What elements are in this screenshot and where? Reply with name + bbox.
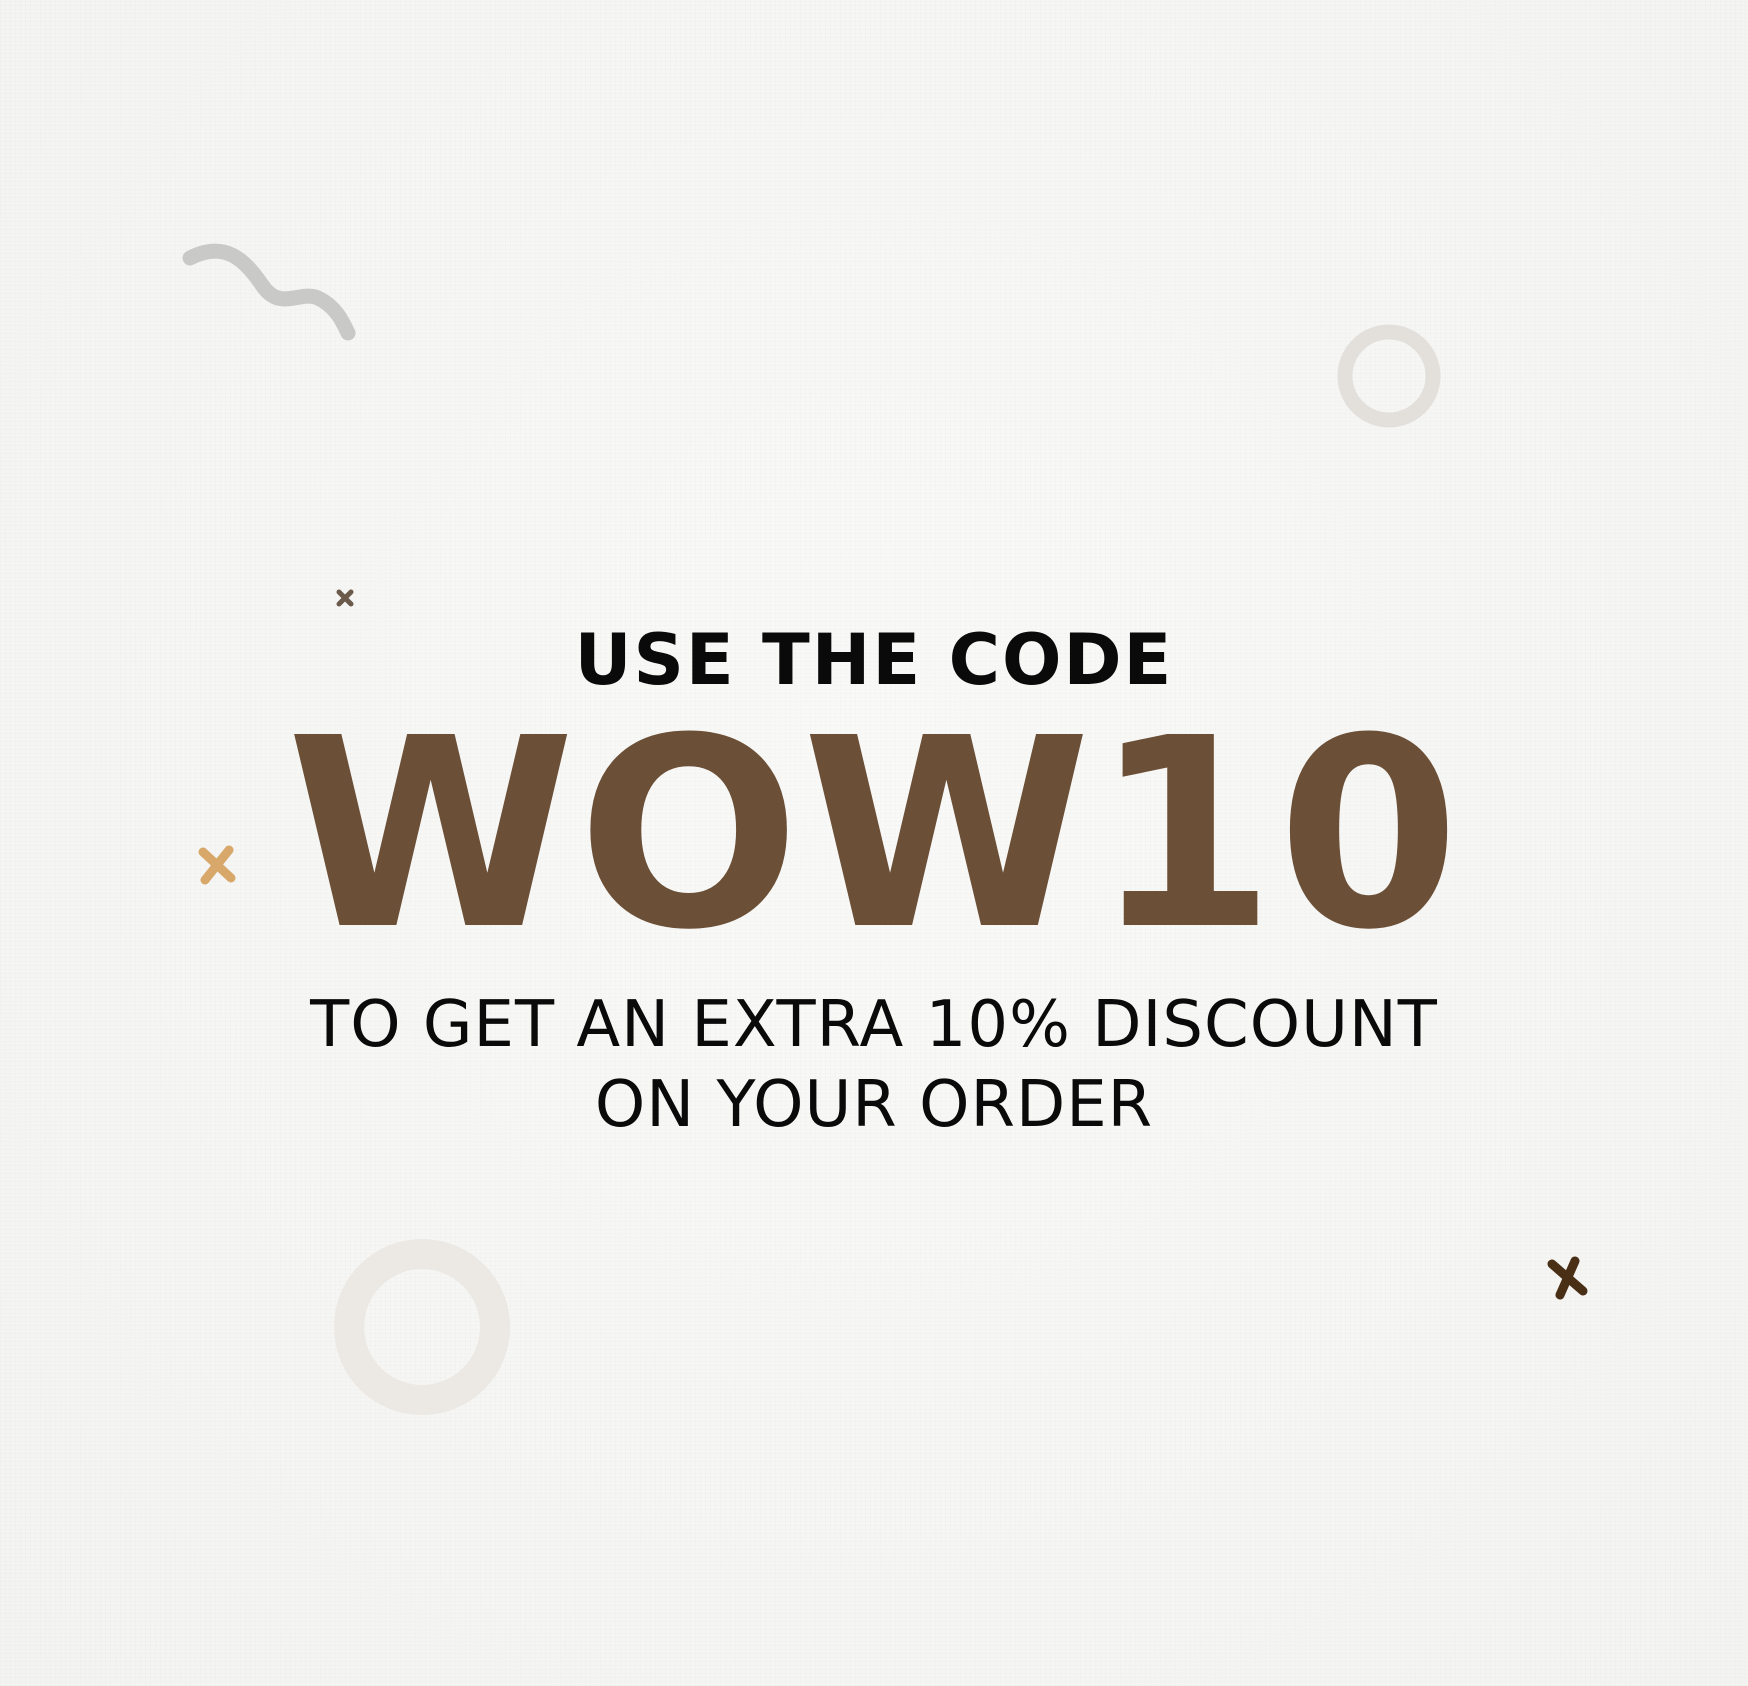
ring-icon [1337, 324, 1441, 428]
squiggle-icon [182, 243, 356, 341]
promo-description-line-1: TO GET AN EXTRA 10% DISCOUNT [310, 988, 1438, 1062]
cross-icon [336, 589, 354, 607]
ring-icon [334, 1239, 510, 1415]
promo-description-line-2: ON YOUR ORDER [594, 1068, 1154, 1142]
promo-description: TO GET AN EXTRA 10% DISCOUNT ON YOUR ORD… [0, 985, 1748, 1145]
cross-icon [1547, 1256, 1588, 1300]
promo-code: WOW10 [286, 682, 1462, 987]
